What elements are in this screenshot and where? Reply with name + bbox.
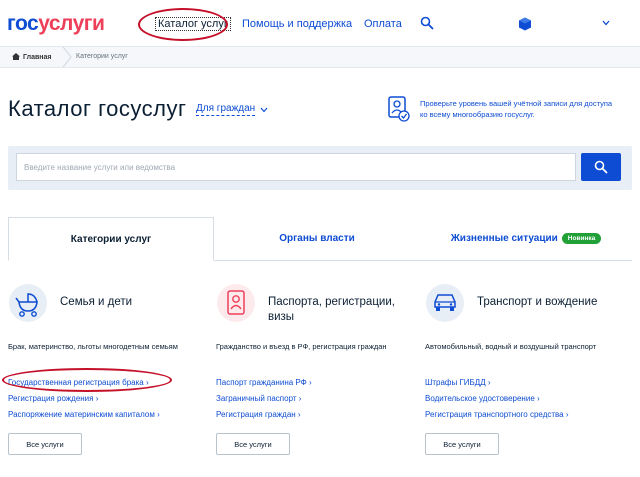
service-link-label: Регистрация транспортного средства (425, 410, 564, 419)
tab-life-situations-label: Жизненные ситуации (450, 233, 558, 244)
service-link-maternity-capital[interactable]: Распоряжение материнским капиталом › (8, 407, 208, 423)
service-link-birth[interactable]: Регистрация рождения › (8, 391, 208, 407)
service-link-passport[interactable]: Паспорт гражданина РФ › (216, 375, 416, 391)
chevron-down-icon[interactable] (602, 20, 610, 26)
chevron-down-icon[interactable] (260, 107, 268, 113)
logo-part-uslugi: услуги (38, 12, 105, 35)
tab-life-situations[interactable]: Жизненные ситуации Новинка (420, 217, 632, 261)
service-link-vehicle-registration[interactable]: Регистрация транспортного средства › (425, 407, 625, 423)
all-services-button[interactable]: Все услуги (8, 433, 82, 455)
breadcrumb-separator-icon (62, 47, 72, 67)
search-button[interactable] (581, 153, 621, 181)
breadcrumb: Главная Категории услуг (0, 46, 640, 68)
category-links: Паспорт гражданина РФ › Заграничный пасп… (216, 375, 416, 423)
category-description: Гражданство и въезд в РФ, регистрация гр… (216, 342, 387, 351)
tab-categories[interactable]: Категории услуг (8, 217, 214, 261)
tab-authorities[interactable]: Органы власти (214, 217, 420, 261)
header: госуслуги Каталог услуг Помощь и поддерж… (0, 0, 640, 46)
service-link-label: Регистрация граждан (216, 410, 296, 419)
service-link-label: Паспорт гражданина РФ (216, 378, 307, 387)
service-link-label: Заграничный паспорт (216, 394, 297, 403)
car-icon[interactable] (425, 283, 465, 323)
service-link-fines[interactable]: Штрафы ГИБДД › (425, 375, 625, 391)
category-links: Штрафы ГИБДД › Водительское удостоверени… (425, 375, 625, 423)
search-panel (8, 146, 632, 190)
audience-selector[interactable]: Для граждан (196, 103, 256, 116)
service-link-label: Регистрация рождения (8, 394, 94, 403)
account-verify-link[interactable]: Проверьте уровень вашей учётной записи д… (420, 98, 616, 120)
nav-catalog-link[interactable]: Каталог услуг (155, 17, 231, 31)
account-verify-icon (388, 96, 410, 122)
category-description: Автомобильный, водный и воздушный трансп… (425, 342, 597, 351)
passport-icon[interactable] (216, 283, 256, 323)
breadcrumb-home-label: Главная (23, 54, 52, 61)
user-icon[interactable] (518, 17, 532, 31)
nav-help-link[interactable]: Помощь и поддержка (242, 18, 352, 30)
category-title[interactable]: Семья и дети (60, 295, 210, 310)
service-link-driver-license[interactable]: Водительское удостоверение › (425, 391, 625, 407)
category-description: Брак, материнство, льготы многодетным се… (8, 342, 178, 351)
service-link-foreign-passport[interactable]: Заграничный паспорт › (216, 391, 416, 407)
service-link-registration[interactable]: Регистрация граждан › (216, 407, 416, 423)
category-title[interactable]: Паспорта, регистрации, визы (268, 295, 418, 325)
all-services-button[interactable]: Все услуги (216, 433, 290, 455)
service-link-label: Штрафы ГИБДД (425, 378, 486, 387)
stroller-icon[interactable] (8, 283, 48, 323)
breadcrumb-current: Категории услуг (76, 53, 128, 60)
service-link-label: Водительское удостоверение (425, 394, 535, 403)
service-link-label: Государственная регистрация брака (8, 378, 144, 387)
category-title[interactable]: Транспорт и вождение (477, 295, 627, 310)
logo-part-gos: гос (7, 12, 39, 35)
search-icon[interactable] (420, 16, 434, 30)
breadcrumb-home[interactable]: Главная (12, 53, 51, 61)
nav-payment-link[interactable]: Оплата (364, 18, 402, 30)
service-link-marriage[interactable]: Государственная регистрация брака › (8, 375, 208, 391)
new-badge: Новинка (561, 233, 602, 244)
search-icon (594, 160, 608, 174)
all-services-button[interactable]: Все услуги (425, 433, 499, 455)
search-input[interactable] (16, 153, 576, 181)
page-title: Каталог госуслуг (8, 96, 187, 121)
service-link-label: Распоряжение материнским капиталом (8, 410, 155, 419)
home-icon (12, 53, 20, 60)
gosuslugi-logo[interactable]: госуслуги (7, 12, 105, 36)
category-links: Государственная регистрация брака › Реги… (8, 375, 208, 423)
